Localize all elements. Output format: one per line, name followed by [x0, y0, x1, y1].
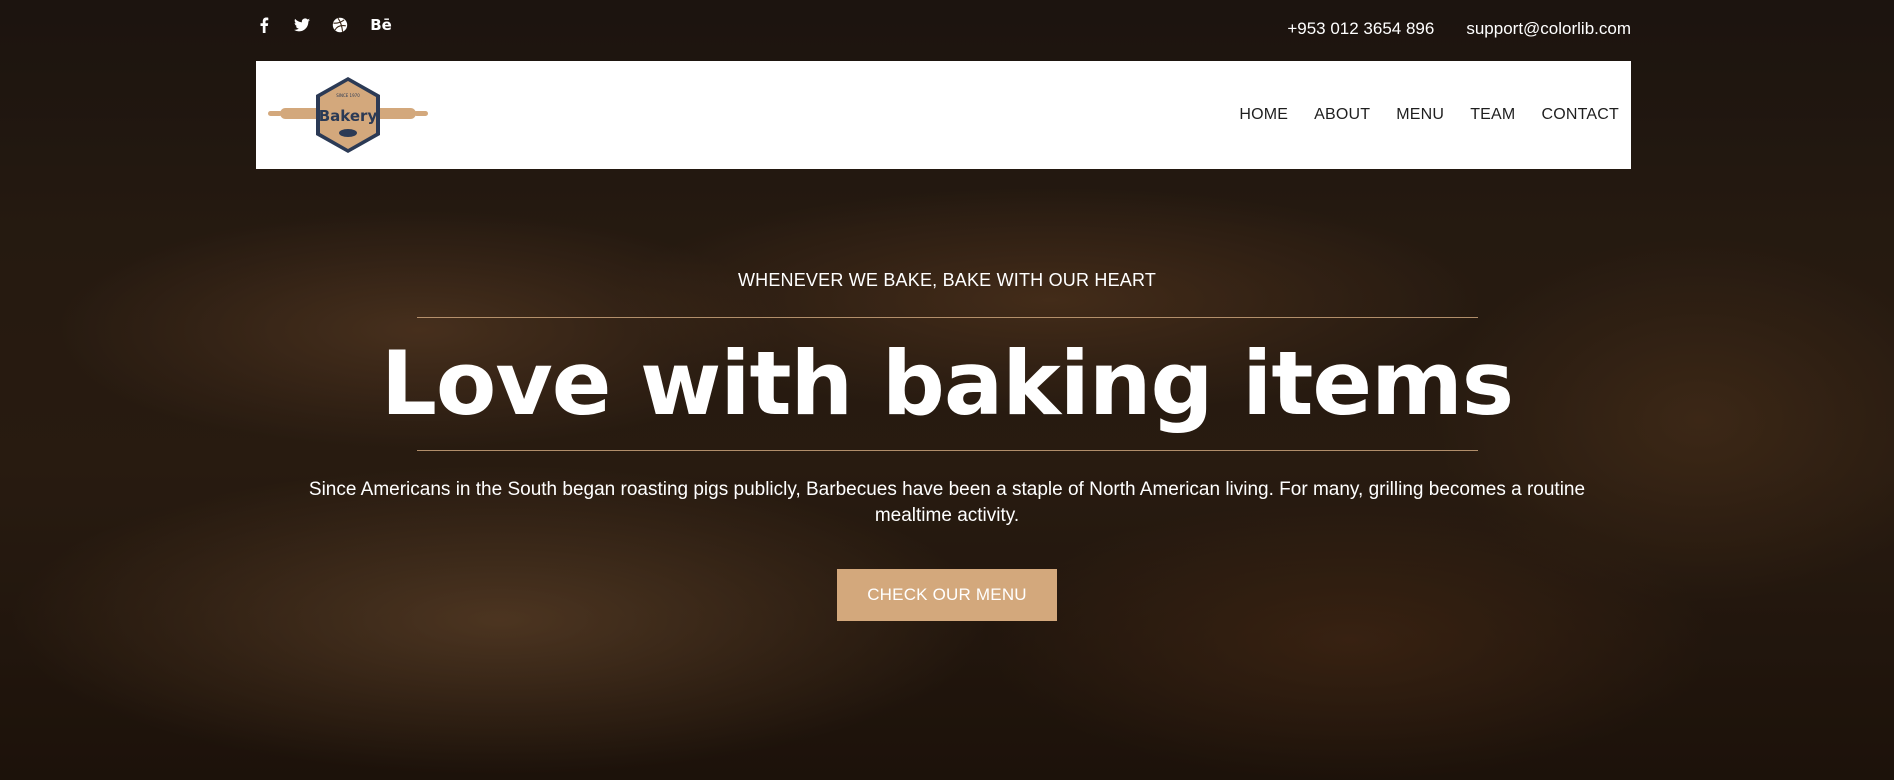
hero-divider-top — [416, 317, 1478, 318]
contact-info: +953 012 3654 896 support@colorlib.com — [1287, 19, 1631, 39]
logo-since-text: SINCE 1970 — [336, 93, 360, 98]
bakery-logo[interactable]: SINCE 1970 Bakery — [268, 75, 428, 155]
top-bar: Bē +953 012 3654 896 support@colorlib.co… — [256, 0, 1631, 60]
check-menu-button[interactable]: CHECK OUR MENU — [837, 569, 1057, 621]
nav-home[interactable]: HOME — [1239, 106, 1288, 124]
nav-menu: HOME ABOUT MENU TEAM CONTACT — [1239, 106, 1619, 124]
facebook-icon[interactable] — [256, 17, 272, 33]
nav-menu-link[interactable]: MENU — [1396, 106, 1444, 124]
behance-icon[interactable]: Bē — [370, 16, 392, 34]
hero-headline: Love with baking items — [380, 332, 1514, 435]
email-address[interactable]: support@colorlib.com — [1466, 19, 1631, 39]
hero-divider-bottom — [416, 450, 1478, 451]
phone-number[interactable]: +953 012 3654 896 — [1287, 19, 1434, 39]
logo-text: Bakery — [319, 107, 378, 125]
nav-team[interactable]: TEAM — [1470, 106, 1515, 124]
hero-section: WHENEVER WE BAKE, BAKE WITH OUR HEART Lo… — [0, 270, 1894, 621]
hero-tagline: WHENEVER WE BAKE, BAKE WITH OUR HEART — [737, 270, 1157, 290]
main-navbar: SINCE 1970 Bakery HOME ABOUT MENU TEAM C… — [256, 61, 1631, 169]
social-links: Bē — [256, 16, 392, 34]
hero-description: Since Americans in the South began roast… — [308, 479, 1586, 526]
nav-about[interactable]: ABOUT — [1314, 106, 1370, 124]
nav-contact[interactable]: CONTACT — [1541, 106, 1619, 124]
twitter-icon[interactable] — [294, 17, 310, 33]
dribbble-icon[interactable] — [332, 17, 348, 33]
